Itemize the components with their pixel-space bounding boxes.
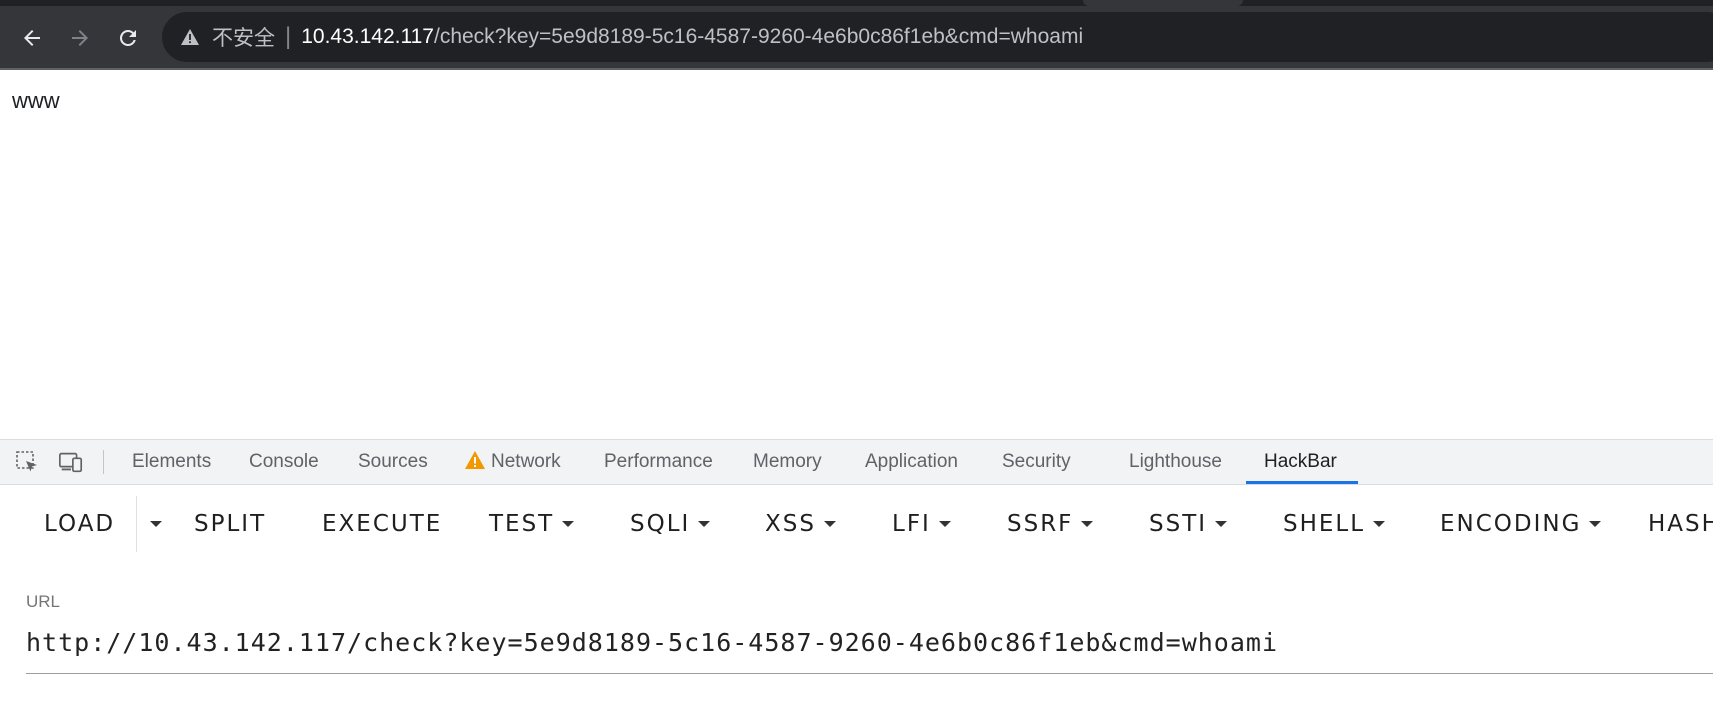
- warning-triangle-icon: [465, 442, 485, 486]
- load-button-divider: [136, 496, 137, 552]
- caret-down-icon: [562, 521, 575, 527]
- hackbar-toolbar: LOAD SPLIT EXECUTE TEST SQLI XSS LFI SSR…: [0, 484, 1713, 564]
- toolbar-divider: [103, 450, 104, 474]
- ssrf-menu-button[interactable]: SSRF: [1007, 504, 1094, 544]
- page-body-text: www: [12, 88, 60, 113]
- caret-down-icon: [150, 521, 162, 527]
- tab-network-label: Network: [491, 451, 561, 472]
- address-bar[interactable]: 不安全 | 10.43.142.117/check?key=5e9d8189-5…: [162, 12, 1713, 62]
- load-dropdown-button[interactable]: [145, 504, 167, 544]
- arrow-left-icon: [24, 30, 40, 46]
- load-button[interactable]: LOAD: [44, 504, 115, 544]
- encoding-menu-button[interactable]: ENCODING: [1440, 504, 1602, 544]
- sqli-label: SQLI: [630, 511, 691, 537]
- test-label: TEST: [489, 511, 555, 537]
- xss-label: XSS: [765, 511, 816, 537]
- split-button[interactable]: SPLIT: [194, 504, 266, 544]
- ssti-menu-button[interactable]: SSTI: [1149, 504, 1228, 544]
- execute-button[interactable]: EXECUTE: [322, 504, 442, 544]
- url-path: /check?key=5e9d8189-5c16-4587-9260-4e6b0…: [433, 25, 1084, 48]
- tab-security[interactable]: Security: [1002, 440, 1071, 484]
- caret-down-icon: [823, 521, 836, 527]
- sqli-menu-button[interactable]: SQLI: [630, 504, 711, 544]
- devtools-tab-bar: Elements Console Sources Network Perform…: [0, 439, 1713, 485]
- forward-button[interactable]: [62, 20, 98, 56]
- xss-menu-button[interactable]: XSS: [765, 504, 836, 544]
- lfi-menu-button[interactable]: LFI: [892, 504, 951, 544]
- url-host: 10.43.142.117: [301, 25, 434, 48]
- tab-elements[interactable]: Elements: [132, 440, 211, 484]
- caret-down-icon: [1589, 521, 1602, 527]
- shell-label: SHELL: [1283, 511, 1366, 537]
- caret-down-icon: [1215, 521, 1228, 527]
- ssti-label: SSTI: [1149, 511, 1208, 537]
- tab-network[interactable]: Network: [465, 440, 561, 484]
- test-menu-button[interactable]: TEST: [489, 504, 575, 544]
- device-toolbar-icon[interactable]: [58, 449, 84, 475]
- address-separator: |: [285, 23, 292, 50]
- shell-menu-button[interactable]: SHELL: [1283, 504, 1386, 544]
- tab-application[interactable]: Application: [865, 440, 958, 484]
- lfi-label: LFI: [892, 511, 931, 537]
- tab-hackbar[interactable]: HackBar: [1264, 440, 1337, 484]
- tab-console[interactable]: Console: [249, 440, 319, 484]
- security-status-label[interactable]: 不安全: [212, 22, 275, 52]
- url-field-underline: [26, 673, 1713, 674]
- reload-button[interactable]: [110, 20, 146, 56]
- inspect-element-icon[interactable]: [14, 449, 40, 475]
- arrow-right-icon: [72, 30, 88, 46]
- encoding-label: ENCODING: [1440, 511, 1582, 537]
- url-field[interactable]: http://10.43.142.117/check?key=5e9d8189-…: [26, 628, 1713, 657]
- browser-toolbar: 不安全 | 10.43.142.117/check?key=5e9d8189-5…: [0, 6, 1713, 70]
- reload-icon: [120, 29, 136, 46]
- tab-memory[interactable]: Memory: [753, 440, 822, 484]
- back-button[interactable]: [14, 20, 50, 56]
- tab-sources[interactable]: Sources: [358, 440, 428, 484]
- url-field-label: URL: [26, 592, 61, 611]
- ssrf-label: SSRF: [1007, 511, 1074, 537]
- hash-menu-button[interactable]: HASH: [1648, 504, 1713, 544]
- caret-down-icon: [698, 521, 711, 527]
- caret-down-icon: [1373, 521, 1386, 527]
- warning-triangle-icon[interactable]: [180, 27, 200, 47]
- caret-down-icon: [938, 521, 951, 527]
- tab-performance[interactable]: Performance: [604, 440, 713, 484]
- tab-lighthouse[interactable]: Lighthouse: [1129, 440, 1222, 484]
- caret-down-icon: [1081, 521, 1094, 527]
